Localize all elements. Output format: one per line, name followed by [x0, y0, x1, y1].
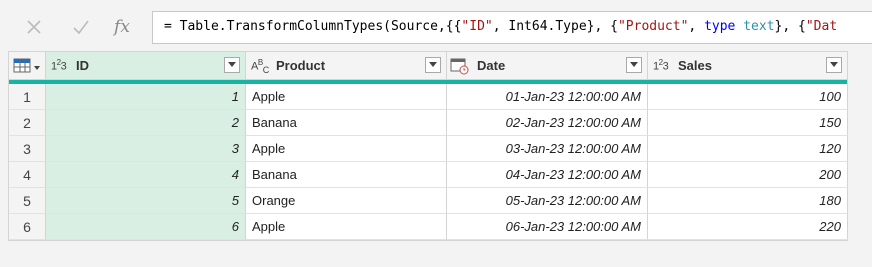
cell-date[interactable]: 06-Jan-23 12:00:00 AM: [447, 214, 648, 240]
column-name: Date: [477, 58, 506, 73]
column-name: Product: [276, 58, 326, 73]
cell-sales[interactable]: 120: [648, 136, 848, 162]
column-filter-dropdown[interactable]: [626, 57, 642, 73]
formula-token: = Table.TransformColumnTypes(Source,{{: [164, 19, 462, 34]
formula-token: ,: [688, 19, 705, 34]
cell-sales[interactable]: 200: [648, 162, 848, 188]
data-preview-grid: 123 ID ABC Product Date 123 Sales 1 1 Appl…: [8, 51, 848, 241]
formula-input[interactable]: = Table.TransformColumnTypes(Source,{{"I…: [152, 11, 872, 44]
confirm-formula-button[interactable]: [66, 12, 96, 42]
row-number[interactable]: 4: [9, 162, 46, 188]
chevron-down-icon: [830, 62, 838, 67]
cell-date[interactable]: 01-Jan-23 12:00:00 AM: [447, 84, 648, 110]
cell-sales[interactable]: 220: [648, 214, 848, 240]
cell-date[interactable]: 04-Jan-23 12:00:00 AM: [447, 162, 648, 188]
cell-sales[interactable]: 100: [648, 84, 848, 110]
row-number[interactable]: 2: [9, 110, 46, 136]
cell-date[interactable]: 05-Jan-23 12:00:00 AM: [447, 188, 648, 214]
formula-text: = Table.TransformColumnTypes(Source,{{"I…: [164, 19, 837, 34]
column-name: Sales: [678, 58, 712, 73]
cell-sales[interactable]: 150: [648, 110, 848, 136]
formula-token: text: [743, 19, 775, 34]
column-header-id[interactable]: 123 ID: [46, 52, 246, 80]
row-number[interactable]: 5: [9, 188, 46, 214]
cell-id[interactable]: 6: [46, 214, 246, 240]
cell-id[interactable]: 3: [46, 136, 246, 162]
cell-id[interactable]: 2: [46, 110, 246, 136]
datetime-type-icon: [450, 58, 469, 75]
select-all-corner[interactable]: [9, 52, 46, 80]
column-header-product[interactable]: ABC Product: [246, 52, 447, 80]
text-type-icon: ABC: [251, 58, 269, 75]
column-header-sales[interactable]: 123 Sales: [648, 52, 848, 80]
fx-icon: fx: [114, 17, 130, 37]
formula-bar: fx = Table.TransformColumnTypes(Source,{…: [0, 0, 872, 48]
chevron-down-icon: [630, 62, 638, 67]
chevron-down-icon: [429, 62, 437, 67]
cell-id[interactable]: 4: [46, 162, 246, 188]
formula-token: "Dat: [805, 19, 838, 34]
cell-product[interactable]: Apple: [246, 84, 447, 110]
whole-number-type-icon: 123: [653, 58, 669, 73]
cell-product[interactable]: Apple: [246, 214, 447, 240]
cell-id[interactable]: 1: [46, 84, 246, 110]
cell-product[interactable]: Orange: [246, 188, 447, 214]
formula-token: "ID": [461, 19, 493, 34]
cell-date[interactable]: 02-Jan-23 12:00:00 AM: [447, 110, 648, 136]
whole-number-type-icon: 123: [51, 58, 67, 73]
column-name: ID: [76, 58, 89, 73]
formula-token: "Product": [617, 19, 689, 34]
cancel-formula-button[interactable]: [19, 12, 49, 42]
cell-product[interactable]: Banana: [246, 110, 447, 136]
close-icon: [27, 20, 41, 34]
check-icon: [73, 20, 89, 35]
cell-sales[interactable]: 180: [648, 188, 848, 214]
formula-token: , Int64.Type}, {: [492, 19, 618, 34]
column-header-date[interactable]: Date: [447, 52, 648, 80]
formula-token: }, {: [774, 19, 806, 34]
cell-id[interactable]: 5: [46, 188, 246, 214]
column-filter-dropdown[interactable]: [425, 57, 441, 73]
row-number[interactable]: 6: [9, 214, 46, 240]
insert-function-button[interactable]: fx: [107, 12, 137, 42]
cell-product[interactable]: Banana: [246, 162, 447, 188]
formula-token: type: [704, 19, 736, 34]
column-filter-dropdown[interactable]: [224, 57, 240, 73]
cell-product[interactable]: Apple: [246, 136, 447, 162]
chevron-down-icon: [228, 62, 236, 67]
column-filter-dropdown[interactable]: [826, 57, 842, 73]
row-number[interactable]: 3: [9, 136, 46, 162]
row-number[interactable]: 1: [9, 84, 46, 110]
cell-date[interactable]: 03-Jan-23 12:00:00 AM: [447, 136, 648, 162]
table-icon: [13, 58, 40, 73]
